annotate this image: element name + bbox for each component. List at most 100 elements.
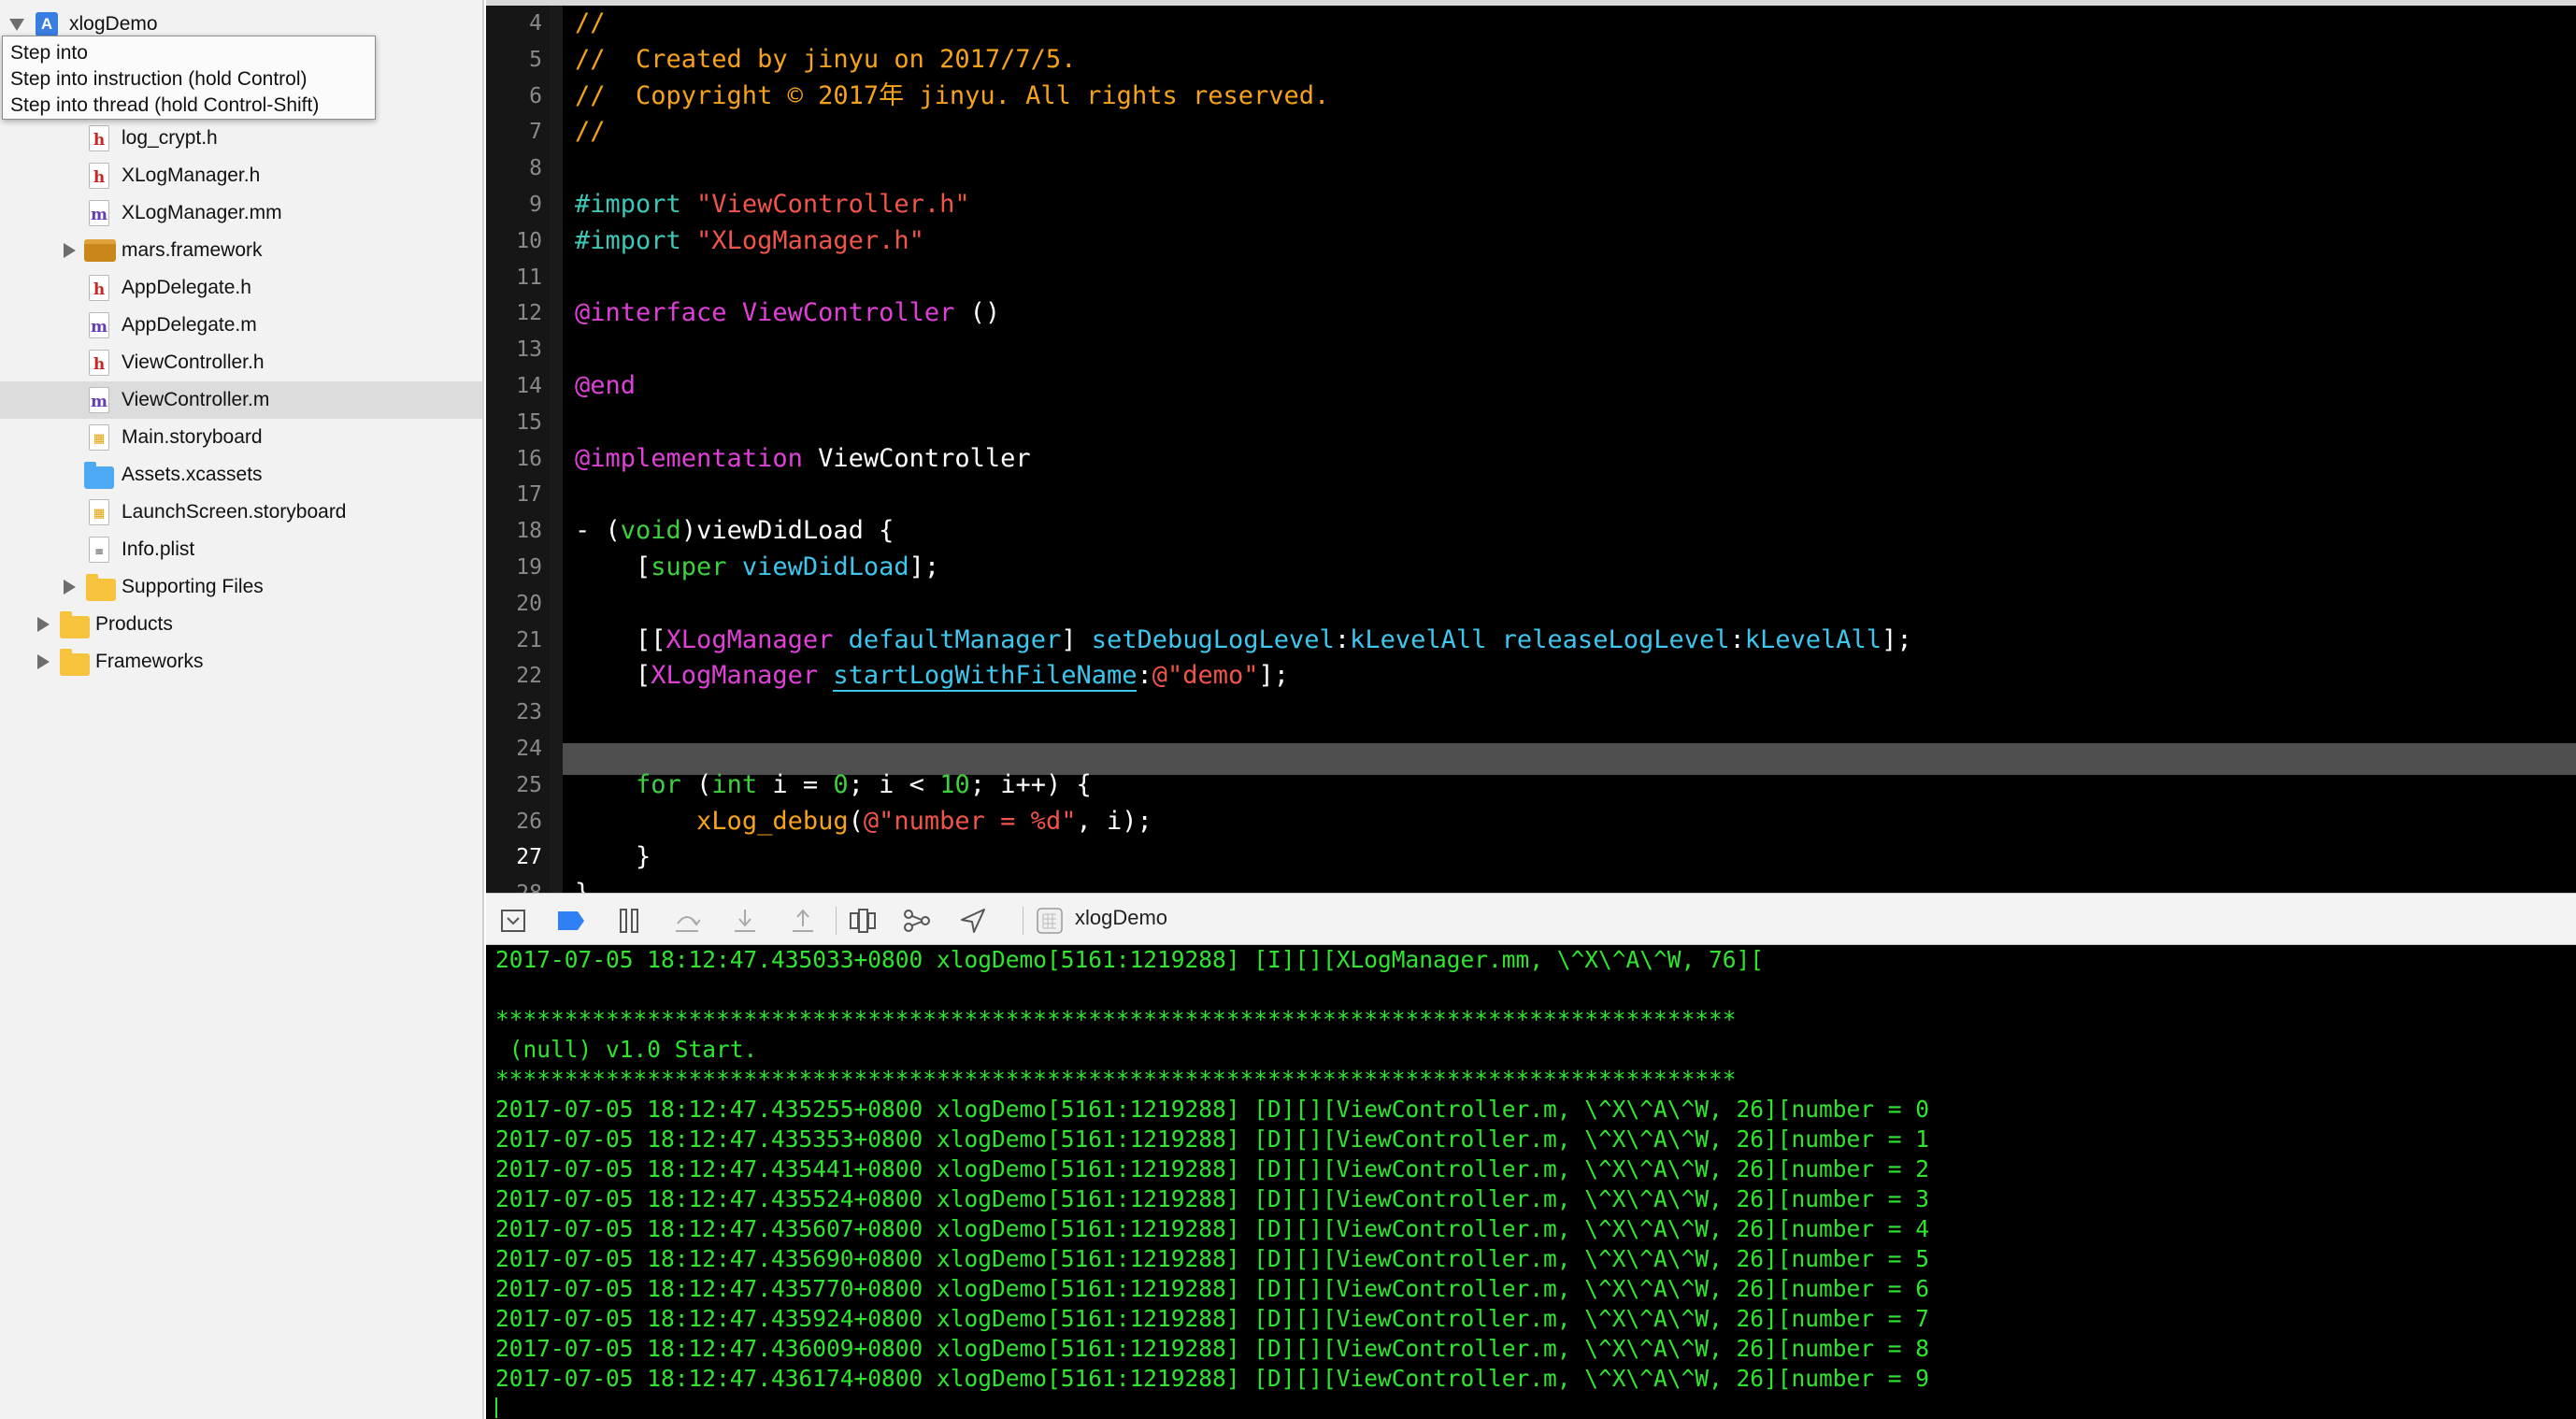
- line-number[interactable]: 13: [486, 337, 542, 362]
- line-number[interactable]: 20: [486, 592, 542, 616]
- source-editor[interactable]: 4 5 6 7 8 9 10 11 12 13 14 15 16 17 18 19 20 21 22 23 24 25 26…: [486, 0, 2576, 893]
- line-number[interactable]: 8: [486, 156, 542, 180]
- code-token: //: [575, 8, 606, 37]
- line-number[interactable]: 9: [486, 193, 542, 217]
- nav-item-label: Supporting Files: [122, 576, 264, 597]
- project-navigator[interactable]: A xlogDemo h log_crypt.h h XLogManager.h…: [0, 0, 484, 1419]
- step-into-button[interactable]: [731, 907, 759, 935]
- code-line[interactable]: xLog_debug(@"number = %d", i);: [575, 806, 1152, 838]
- disclosure-right-icon[interactable]: [64, 243, 76, 258]
- step-out-button[interactable]: [789, 907, 817, 935]
- nav-project-label: xlogDemo: [69, 13, 158, 35]
- nav-item-info-plist[interactable]: ≡ Info.plist: [0, 531, 482, 568]
- nav-item-supporting-files[interactable]: Supporting Files: [0, 568, 482, 606]
- disclosure-down-icon[interactable]: [9, 19, 24, 31]
- pause-icon: [620, 909, 638, 933]
- nav-item-frameworks[interactable]: Frameworks: [0, 643, 482, 681]
- line-number[interactable]: 21: [486, 628, 542, 652]
- line-number[interactable]: 14: [486, 374, 542, 398]
- nav-item-xlogmanager-mm[interactable]: m XLogManager.mm: [0, 194, 482, 232]
- line-number[interactable]: 26: [486, 810, 542, 834]
- code-token: #import: [575, 190, 697, 219]
- code-token: :: [1137, 661, 1152, 691]
- tooltip-line: Step into: [10, 42, 88, 64]
- nav-item-viewcontroller-m[interactable]: m ViewController.m: [0, 381, 482, 419]
- code-line[interactable]: // Created by jinyu on 2017/7/5.: [575, 44, 1076, 76]
- line-number[interactable]: 17: [486, 482, 542, 507]
- code-line[interactable]: [[XLogManager defaultManager] setDebugLo…: [575, 624, 1912, 656]
- line-number[interactable]: 24: [486, 737, 542, 761]
- nav-item-label: LaunchScreen.storyboard: [122, 501, 347, 523]
- code-line[interactable]: //: [575, 116, 606, 148]
- code-line[interactable]: #import "ViewController.h": [575, 189, 970, 221]
- nav-item-products[interactable]: Products: [0, 606, 482, 643]
- view-debugger-button[interactable]: [849, 907, 877, 935]
- line-number[interactable]: 23: [486, 700, 542, 724]
- nav-item-assets-xcassets[interactable]: Assets.xcassets: [0, 456, 482, 494]
- code-token: XLogManager: [651, 661, 819, 691]
- nav-item-launchscreen-storyboard[interactable]: ▦ LaunchScreen.storyboard: [0, 494, 482, 531]
- line-number[interactable]: 6: [486, 84, 542, 108]
- code-line[interactable]: @end: [575, 370, 636, 402]
- hide-console-icon: [501, 910, 525, 932]
- disclosure-right-icon[interactable]: [37, 617, 50, 632]
- code-token: @interface: [575, 298, 742, 328]
- debug-console[interactable]: 2017-07-05 18:12:47.435033+0800 xlogDemo…: [486, 945, 2576, 1419]
- code-line[interactable]: @implementation ViewController: [575, 443, 1031, 475]
- console-line: 2017-07-05 18:12:47.435353+0800 xlogDemo…: [495, 1125, 1930, 1153]
- line-number[interactable]: 10: [486, 229, 542, 253]
- nav-item-appdelegate-m[interactable]: m AppDelegate.m: [0, 307, 482, 344]
- breakpoints-toggle-button[interactable]: [557, 907, 585, 935]
- nav-item-log-crypt-h[interactable]: h log_crypt.h: [0, 120, 482, 157]
- nav-item-main-storyboard[interactable]: ▦ Main.storyboard: [0, 419, 482, 456]
- nav-item-label: XLogManager.mm: [122, 202, 282, 223]
- code-token: setDebugLogLevel: [1091, 624, 1335, 654]
- code-token: 10: [939, 769, 970, 799]
- nav-item-viewcontroller-h[interactable]: h ViewController.h: [0, 344, 482, 381]
- code-line[interactable]: // Copyright © 2017年 jinyu. All rights r…: [575, 80, 1329, 112]
- code-line[interactable]: }: [575, 878, 590, 893]
- nav-item-appdelegate-h[interactable]: h AppDelegate.h: [0, 269, 482, 307]
- code-line[interactable]: }: [575, 841, 651, 873]
- code-line[interactable]: //: [575, 7, 606, 39]
- simulate-location-button[interactable]: [959, 907, 987, 935]
- code-line[interactable]: #import "XLogManager.h": [575, 225, 924, 257]
- pause-continue-button[interactable]: [615, 907, 643, 935]
- line-number[interactable]: 12: [486, 301, 542, 325]
- line-number[interactable]: 27: [486, 845, 542, 869]
- breakpoint-gutter[interactable]: [550, 6, 563, 893]
- hide-console-button[interactable]: [499, 907, 527, 935]
- code-token: startLogWithFileName: [833, 661, 1138, 693]
- code-line[interactable]: [super viewDidLoad];: [575, 552, 939, 583]
- disclosure-right-icon[interactable]: [64, 580, 76, 595]
- line-number[interactable]: 7: [486, 120, 542, 144]
- line-number[interactable]: 5: [486, 48, 542, 72]
- line-number[interactable]: 22: [486, 664, 542, 688]
- line-number[interactable]: 28: [486, 882, 542, 893]
- storyboard-file-icon: ▦: [89, 424, 109, 451]
- code-line[interactable]: for (int i = 0; i < 10; i++) {: [575, 769, 1092, 801]
- memory-graph-button[interactable]: [903, 907, 931, 935]
- nav-item-xlogmanager-h[interactable]: h XLogManager.h: [0, 157, 482, 194]
- step-over-button[interactable]: [673, 907, 701, 935]
- code-line[interactable]: [XLogManager startLogWithFileName:@"demo…: [575, 660, 1289, 693]
- nav-item-mars-framework[interactable]: mars.framework: [0, 232, 482, 269]
- line-number[interactable]: 15: [486, 410, 542, 435]
- nav-item-label: XLogManager.h: [122, 165, 261, 186]
- process-target-button[interactable]: [1036, 907, 1064, 935]
- assets-folder-icon: [84, 462, 114, 489]
- line-number[interactable]: 11: [486, 265, 542, 290]
- console-line: (null) v1.0 Start.: [495, 1036, 758, 1063]
- line-number[interactable]: 4: [486, 11, 542, 36]
- line-number[interactable]: 25: [486, 773, 542, 797]
- disclosure-right-icon[interactable]: [37, 654, 50, 669]
- line-number[interactable]: 18: [486, 519, 542, 543]
- code-line[interactable]: @interface ViewController (): [575, 297, 1000, 329]
- code-token: 0: [833, 769, 849, 799]
- code-line[interactable]: - (void)viewDidLoad {: [575, 515, 894, 547]
- code-token: , i);: [1076, 806, 1152, 836]
- debug-target-label[interactable]: xlogDemo: [1075, 906, 1167, 930]
- line-number[interactable]: 19: [486, 555, 542, 580]
- line-number[interactable]: 16: [486, 447, 542, 471]
